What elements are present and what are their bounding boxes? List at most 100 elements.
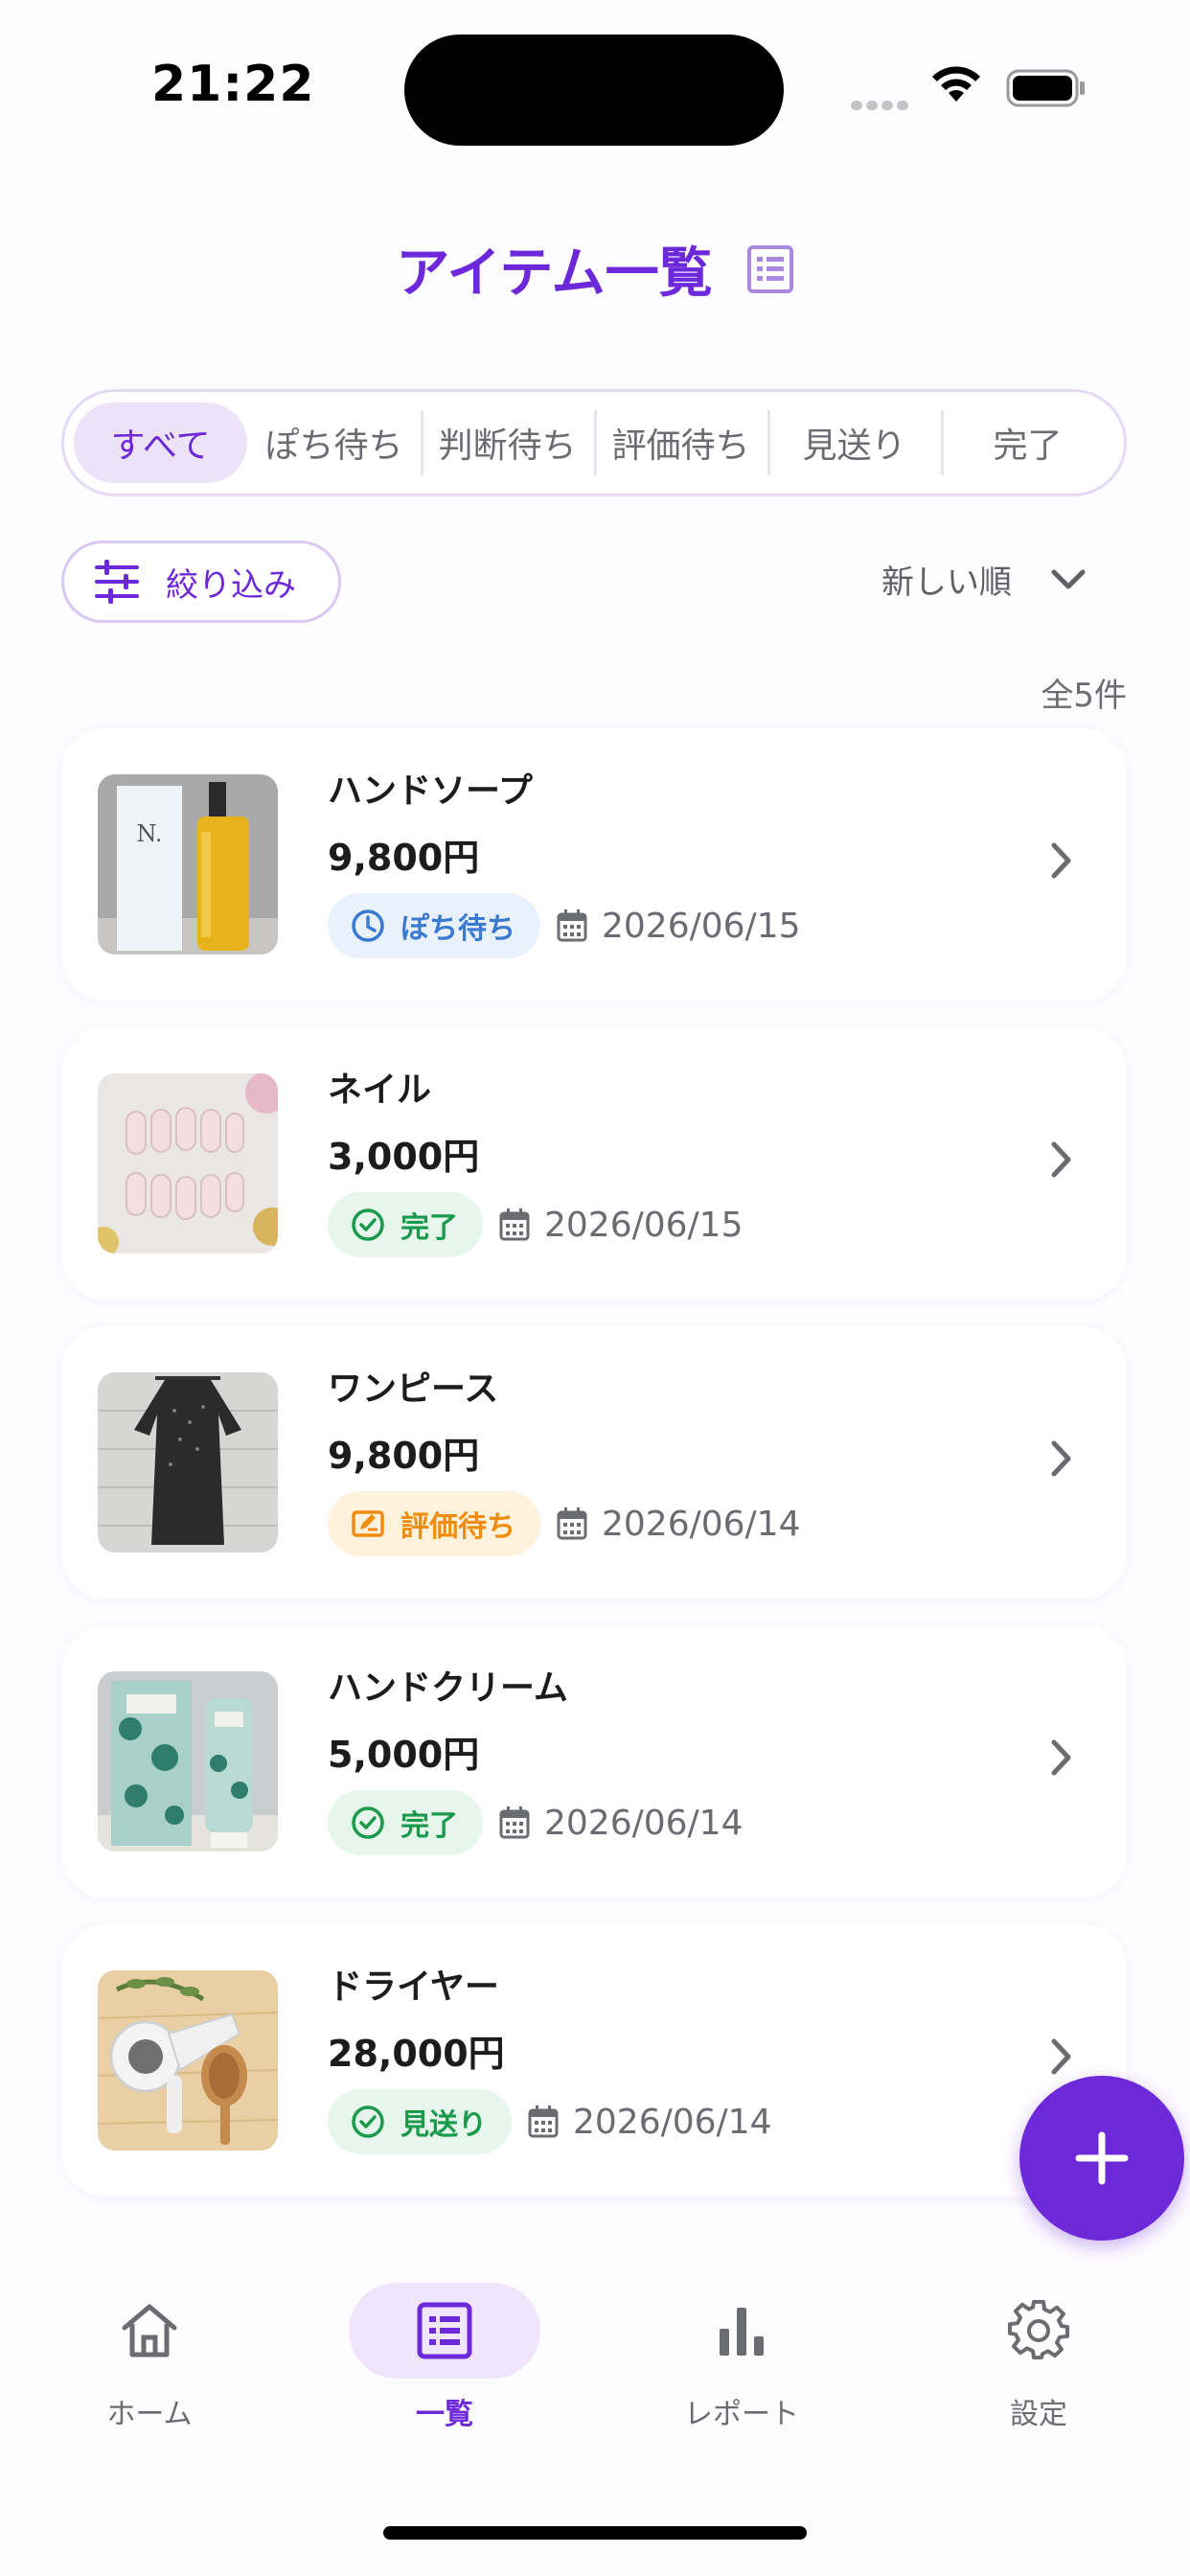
- item-thumbnail: [98, 1372, 278, 1552]
- list-item[interactable]: ハンドクリーム 5,000円 完了 2026/06/14: [61, 1625, 1127, 1898]
- page-title: アイテム一覧: [396, 242, 713, 305]
- status-label: ぽち待ち: [400, 912, 515, 946]
- item-list: N. ハンドソープ 9,800円 ぽち待ち 2026/06/15 ネイル 3,0…: [61, 728, 1127, 2223]
- status-label: 完了: [400, 1809, 458, 1843]
- item-date: 2026/06/15: [498, 1206, 744, 1245]
- calendar-icon: [528, 2105, 559, 2138]
- item-count: 全5件: [1041, 677, 1127, 715]
- chevron-right-icon: [1051, 1739, 1071, 1776]
- page-header: アイテム一覧: [0, 230, 1190, 308]
- list-item[interactable]: N. ハンドソープ 9,800円 ぽち待ち 2026/06/15: [61, 728, 1127, 1000]
- status-time: 21:22: [151, 56, 315, 113]
- status-badge: 評価待ち: [328, 1491, 540, 1556]
- status-tabs: すべて ぽち待ち 判断待ち 評価待ち 見送り 完了: [61, 389, 1127, 496]
- status-label: 見送り: [400, 2108, 487, 2142]
- item-name: ネイル: [328, 1070, 432, 1110]
- item-thumbnail: [98, 1671, 278, 1852]
- check-circle-icon: [352, 1208, 384, 1241]
- chevron-down-icon: [1051, 569, 1086, 588]
- item-date: 2026/06/14: [527, 2103, 772, 2142]
- tab-skipped[interactable]: 見送り: [767, 402, 941, 483]
- nav-settings[interactable]: 設定: [943, 2283, 1134, 2432]
- item-price: 9,800円: [328, 1435, 480, 1477]
- item-name: ドライヤー: [328, 1967, 499, 2007]
- dynamic-island: [404, 34, 784, 146]
- check-circle-icon: [352, 1806, 384, 1839]
- calendar-icon: [499, 1208, 530, 1241]
- status-bar: 21:22: [0, 0, 1190, 172]
- status-badge: 見送り: [328, 2089, 512, 2154]
- nav-list[interactable]: 一覧: [349, 2283, 540, 2432]
- bar-chart-icon: [720, 2308, 764, 2356]
- calendar-icon: [557, 1507, 587, 1540]
- sort-dropdown[interactable]: 新しい順: [881, 556, 1087, 603]
- item-date: 2026/06/15: [556, 907, 801, 946]
- item-meta: 見送り 2026/06/14: [328, 2089, 772, 2154]
- item-name: ハンドクリーム: [328, 1668, 568, 1708]
- tab-completed[interactable]: 完了: [941, 402, 1114, 483]
- nav-label: レポート: [684, 2398, 799, 2431]
- status-badge: 完了: [328, 1790, 483, 1855]
- tab-review-waiting[interactable]: 評価待ち: [594, 402, 767, 483]
- item-price: 5,000円: [328, 1734, 480, 1776]
- item-date: 2026/06/14: [556, 1505, 801, 1544]
- nav-report[interactable]: レポート: [646, 2283, 837, 2432]
- clock-icon: [352, 909, 384, 942]
- item-thumbnail: N.: [98, 774, 278, 954]
- list-view-icon: [746, 244, 793, 293]
- nav-label: 一覧: [416, 2398, 473, 2431]
- item-meta: 評価待ち 2026/06/14: [328, 1491, 801, 1556]
- nav-label: ホーム: [106, 2398, 193, 2431]
- item-meta: ぽち待ち 2026/06/15: [328, 893, 801, 958]
- review-edit-icon: [352, 1510, 384, 1537]
- list-item[interactable]: ネイル 3,000円 完了 2026/06/15: [61, 1027, 1127, 1300]
- nav-label: 設定: [1010, 2398, 1067, 2431]
- tab-decision-waiting[interactable]: 判断待ち: [421, 402, 594, 483]
- status-label: 評価待ち: [400, 1510, 515, 1544]
- sliders-icon: [95, 560, 139, 604]
- chevron-right-icon: [1051, 842, 1071, 879]
- filter-label: 絞り込み: [166, 565, 296, 605]
- nav-home[interactable]: ホーム: [54, 2283, 245, 2432]
- tab-all[interactable]: すべて: [74, 402, 247, 483]
- date-label: 2026/06/15: [544, 1205, 744, 1245]
- svg-text:N.: N.: [136, 820, 162, 847]
- filter-button[interactable]: 絞り込み: [61, 540, 341, 623]
- date-label: 2026/06/14: [573, 2102, 772, 2142]
- item-name: ワンピース: [328, 1369, 499, 1409]
- home-indicator: [383, 2526, 807, 2540]
- wifi-icon: [932, 66, 980, 102]
- item-price: 3,000円: [328, 1136, 480, 1178]
- gear-icon: [1008, 2300, 1069, 2360]
- chevron-right-icon: [1051, 1440, 1071, 1477]
- item-meta: 完了 2026/06/14: [328, 1790, 744, 1855]
- item-price: 9,800円: [328, 837, 480, 879]
- status-label: 完了: [400, 1211, 458, 1245]
- status-badge: ぽち待ち: [328, 893, 540, 958]
- list-item[interactable]: ドライヤー 28,000円 見送り 2026/06/14: [61, 1924, 1127, 2196]
- calendar-icon: [499, 1806, 530, 1839]
- item-thumbnail: [98, 1970, 278, 2150]
- check-circle-icon: [352, 2105, 384, 2138]
- list-item[interactable]: ワンピース 9,800円 評価待ち 2026/06/14: [61, 1326, 1127, 1598]
- list-icon: [417, 2302, 472, 2359]
- add-item-button[interactable]: [1019, 2076, 1184, 2241]
- chevron-right-icon: [1051, 2038, 1071, 2075]
- item-name: ハンドソープ: [328, 771, 533, 811]
- item-thumbnail: [98, 1073, 278, 1254]
- date-label: 2026/06/14: [602, 1504, 801, 1544]
- status-badge: 完了: [328, 1192, 483, 1257]
- sort-label: 新しい順: [881, 564, 1012, 602]
- date-label: 2026/06/15: [602, 906, 801, 946]
- date-label: 2026/06/14: [544, 1803, 744, 1843]
- chevron-right-icon: [1051, 1141, 1071, 1178]
- home-icon: [122, 2304, 177, 2358]
- item-date: 2026/06/14: [498, 1804, 744, 1843]
- item-price: 28,000円: [328, 2033, 505, 2075]
- plus-icon: [1075, 2131, 1129, 2185]
- tab-pochi-waiting[interactable]: ぽち待ち: [247, 402, 421, 483]
- calendar-icon: [557, 909, 587, 942]
- battery-icon: [1006, 69, 1085, 107]
- item-meta: 完了 2026/06/15: [328, 1192, 744, 1257]
- cellular-signal-icon: [851, 96, 912, 114]
